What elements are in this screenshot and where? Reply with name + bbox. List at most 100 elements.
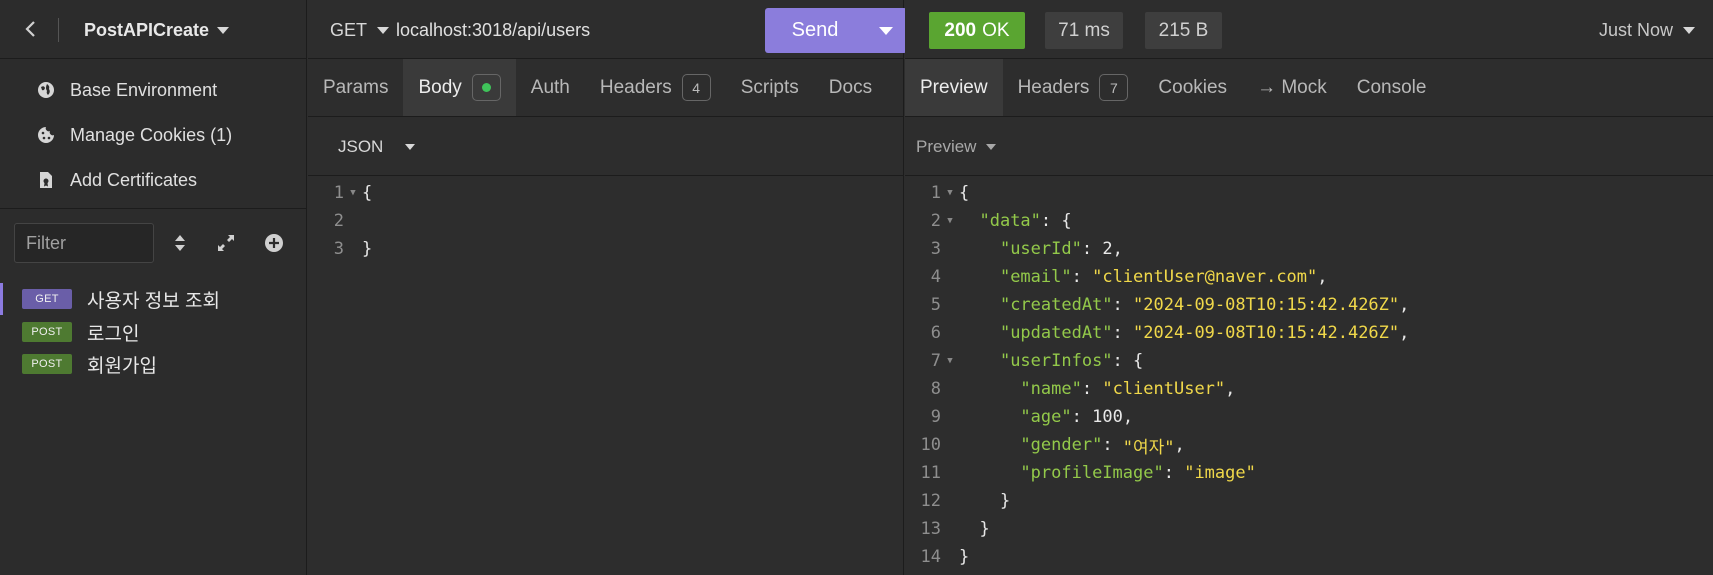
json-value: 2 [1102,239,1113,259]
json-key: "userId" [999,239,1082,259]
line-number: 13 [920,519,941,539]
back-chevron-icon[interactable] [18,16,44,42]
tab-label: Docs [828,76,873,98]
status-text: OK [982,19,1010,41]
send-button[interactable]: Send [765,8,865,53]
tab-cookies[interactable]: Cookies [1143,59,1242,116]
json-key: "email" [999,267,1072,287]
code-line: 11 "profileImage": "image" [905,459,1713,487]
json-key: "data" [979,211,1041,231]
line-number: 14 [920,547,941,567]
tab-params[interactable]: Params [308,59,403,116]
tab-docs[interactable]: Docs [814,59,887,116]
code-line: 12 } [905,487,1713,515]
code-line: 6 "updatedAt": "2024-09-08T10:15:42.426Z… [905,319,1713,347]
tab-response-headers[interactable]: Headers 7 [1003,59,1144,116]
line-number: 6 [930,323,941,343]
caret-down-icon [1683,27,1695,34]
json-value: "clientUser" [1102,379,1226,399]
tab-preview[interactable]: Preview [905,59,1003,116]
tab-label: Headers [599,76,672,98]
code-line: 3 "userId": 2, [905,235,1713,263]
line-number: 10 [920,435,941,455]
tab-label: Auth [530,76,570,98]
project-selector[interactable]: PostAPICreate [84,20,230,41]
code-line: 10 "gender": "여자", [905,431,1713,459]
caret-down-icon [405,143,416,150]
body-type-select[interactable]: JSON [338,137,416,157]
history-label: Just Now [1598,20,1673,40]
sidebar: PostAPICreate Base Environment Manage Co… [0,0,307,575]
url-input[interactable]: localhost:3018/api/users [396,20,590,41]
tab-console[interactable]: Console [1342,59,1442,116]
json-key: "createdAt" [999,295,1113,315]
code-line: 2 ▼ "data": { [905,207,1713,235]
line-number: 4 [930,267,941,287]
json-value: "2024-09-08T10:15:42.426Z" [1133,295,1400,315]
request-body-editor[interactable]: 1 ▼ { 2 3 } [308,179,904,263]
fold-arrow-icon[interactable]: ▼ [344,188,362,198]
caret-down-icon [986,143,997,150]
tab-label: Preview [920,76,988,98]
method-badge: POST [22,354,72,374]
code-line: 5 "createdAt": "2024-09-08T10:15:42.426Z… [905,291,1713,319]
add-certificates-label: Add Certificates [70,169,198,190]
response-preview[interactable]: 1 ▼{ 2 ▼ "data": { 3 "userId": 2, 4 "email… [905,179,1713,571]
json-value: 100 [1092,407,1123,427]
code-line: 3 } [308,235,904,263]
manage-cookies-item[interactable]: Manage Cookies (1) [36,120,232,150]
code-text: } [362,239,373,259]
line-number: 2 [333,211,344,231]
response-pane: 200 OK 71 ms 215 B Just Now Preview Head… [905,0,1713,575]
json-value: "2024-09-08T10:15:42.426Z" [1133,323,1400,343]
request-item[interactable]: POST 로그인 [0,316,307,348]
base-environment-item[interactable]: Base Environment [36,75,217,105]
tab-auth[interactable]: Auth [516,59,585,116]
status-bar: 200 OK 71 ms 215 B Just Now [905,0,1713,59]
expand-icon[interactable] [214,231,238,255]
code-line: 9 "age": 100, [905,403,1713,431]
json-value: "image" [1184,463,1256,483]
response-history-select[interactable]: Just Now [1599,20,1695,41]
json-value: "clientUser@naver.com" [1092,267,1318,287]
tab-label: Scripts [740,76,799,98]
line-number: 3 [930,239,941,259]
add-certificates-item[interactable]: Add Certificates [36,165,197,195]
filter-input[interactable] [14,223,154,263]
line-number: 7 [930,351,941,371]
preview-mode-label: Preview [916,136,977,156]
code-line: 8 "name": "clientUser", [905,375,1713,403]
sort-icon[interactable] [168,231,192,255]
tab-body[interactable]: Body [403,59,516,116]
fold-arrow-icon[interactable]: ▼ [941,356,959,366]
send-options-button[interactable] [865,8,907,53]
request-item[interactable]: POST 회원가입 [0,348,307,380]
response-time-badge: 71 ms [1045,12,1123,49]
code-line: 1 ▼ { [308,179,904,207]
request-pane: GET localhost:3018/api/users Send Params… [308,0,907,575]
code-text: { [362,183,373,203]
method-select[interactable]: GET [330,20,390,41]
caret-down-icon [879,26,893,35]
url-bar: GET localhost:3018/api/users Send [308,0,907,59]
add-circle-icon[interactable] [262,231,286,255]
preview-mode-select[interactable]: Preview [916,136,997,157]
request-name: 사용자 정보 조회 [87,290,220,312]
fold-arrow-icon[interactable]: ▼ [941,188,959,198]
json-key: "name" [1020,379,1082,399]
request-tabs: Params Body Auth Headers 4 Scripts Docs [308,59,904,117]
line-number: 11 [920,463,941,483]
tab-scripts[interactable]: Scripts [726,59,814,116]
tab-label: Headers [1017,76,1090,98]
fold-arrow-icon[interactable]: ▼ [941,216,959,226]
response-tabs: Preview Headers 7 Cookies → Mock Console [905,59,1713,117]
tab-label: → Mock [1257,76,1327,98]
request-item[interactable]: GET 사용자 정보 조회 [0,283,307,315]
code-line: 2 [308,207,904,235]
line-number: 1 [930,183,941,203]
tab-headers[interactable]: Headers 4 [585,59,726,116]
code-line: 14} [905,543,1713,571]
line-number: 12 [920,491,941,511]
line-number: 8 [930,379,941,399]
tab-mock[interactable]: → Mock [1242,59,1342,116]
